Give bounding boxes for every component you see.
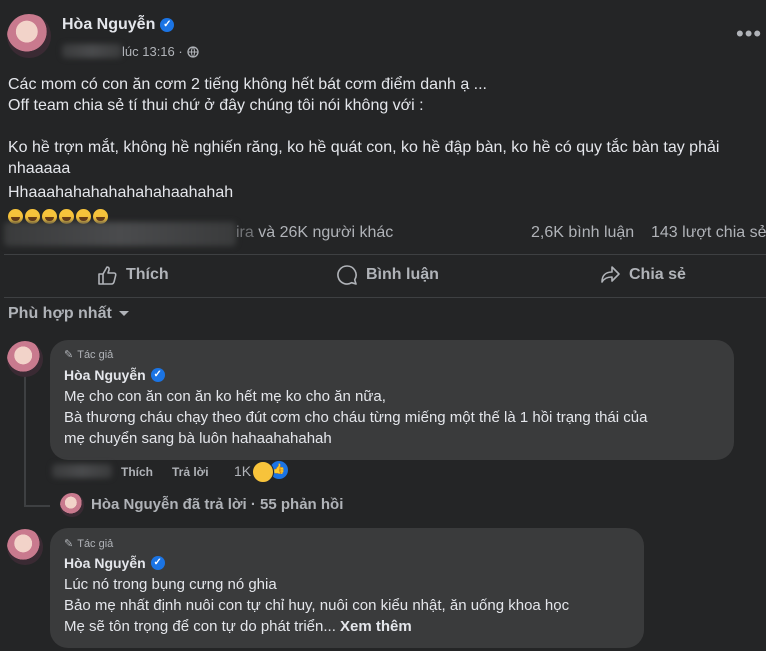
author-badge-label: Tác giả xyxy=(77,537,114,550)
comment-line-3: mẹ chuyển sang bà luôn hahaahahahah xyxy=(64,430,332,447)
share-arrow-icon xyxy=(601,266,620,283)
post-line-4: nhaaaaa xyxy=(8,160,71,177)
comment-button[interactable]: Bình luận xyxy=(336,264,439,286)
comment-line-3-text: Mẹ sẽ tôn trọng để con tự do phát triển.… xyxy=(64,618,336,635)
reaction-others-label[interactable]: và 26K người khác xyxy=(258,224,393,241)
post-author-label[interactable]: Hòa Nguyễn xyxy=(62,16,155,34)
blurred-comment-time xyxy=(52,464,112,478)
share-count[interactable]: 143 lượt chia sẻ xyxy=(651,224,766,242)
divider-top xyxy=(4,254,766,255)
post-line-2: Off team chia sẻ tí thui chứ ở đây chúng… xyxy=(8,97,424,114)
reaction-partial-name[interactable]: ira xyxy=(236,224,254,241)
laughing-reaction-icon xyxy=(252,461,274,483)
comment-like-link[interactable]: Thích xyxy=(121,465,153,479)
comment-reaction-icons[interactable]: 👍 xyxy=(252,461,288,483)
comment-line-2: Bà thương cháu chạy theo đút cơm cho chá… xyxy=(64,409,648,426)
comment-line-3: Mẹ sẽ tôn trọng để con tự do phát triển.… xyxy=(64,616,639,637)
comment-author-avatar[interactable] xyxy=(7,341,43,377)
comment-author-label[interactable]: Hòa Nguyễn xyxy=(64,555,146,571)
pencil-icon: ✎ xyxy=(64,538,74,550)
comment-text: Lúc nó trong bụng cưng nó ghia Bảo mẹ nh… xyxy=(64,574,639,637)
reaction-summary[interactable]: ira và 26K người khác xyxy=(236,224,393,242)
comment-button-label[interactable]: Bình luận xyxy=(366,266,439,284)
comment-author-name[interactable]: Hòa Nguyễn ✓ xyxy=(64,555,165,571)
post-author-name[interactable]: Hòa Nguyễn ✓ xyxy=(62,16,175,34)
post-timestamp-label[interactable]: lúc 13:16 · xyxy=(122,44,183,59)
comment-author-name[interactable]: Hòa Nguyễn ✓ xyxy=(64,367,165,383)
comment-reply-link[interactable]: Trả lời xyxy=(172,465,209,479)
post-line-3: Ko hề trợn mắt, không hề nghiến răng, ko… xyxy=(8,139,720,156)
post-timestamp[interactable]: lúc 13:16 · xyxy=(122,44,199,59)
blurred-date xyxy=(62,44,122,58)
comment-author-label[interactable]: Hòa Nguyễn xyxy=(64,367,146,383)
like-button[interactable]: Thích xyxy=(96,264,169,286)
thumbs-up-icon xyxy=(98,266,117,285)
comment-sort-dropdown[interactable]: Phù hợp nhất xyxy=(8,305,130,323)
divider-bottom xyxy=(4,297,766,298)
verified-badge-icon: ✓ xyxy=(160,18,175,32)
author-badge: ✎ Tác giả xyxy=(64,537,114,551)
author-badge: ✎ Tác giả xyxy=(64,348,114,362)
comment-line-1: Lúc nó trong bụng cưng nó ghia xyxy=(64,576,277,593)
share-button-label[interactable]: Chia sẻ xyxy=(629,266,686,284)
speech-bubble-icon xyxy=(337,265,357,285)
like-button-label[interactable]: Thích xyxy=(126,266,169,284)
comment-line-1: Mẹ cho con ăn con ăn ko hết mẹ ko cho ăn… xyxy=(64,388,386,405)
post-author-avatar[interactable] xyxy=(7,14,51,58)
thread-connector xyxy=(24,376,26,506)
reply-avatar[interactable] xyxy=(60,493,84,517)
verified-badge-icon: ✓ xyxy=(150,368,165,382)
post-line-5: Hhaaahahahahahahahaahahah xyxy=(8,184,234,201)
thread-connector-branch xyxy=(24,505,50,507)
blurred-reactions xyxy=(4,222,236,246)
comment-count[interactable]: 2,6K bình luận xyxy=(531,224,634,242)
view-replies-link[interactable]: Hòa Nguyễn đã trả lời · 55 phản hồi xyxy=(91,496,343,513)
comment-reaction-count[interactable]: 1K xyxy=(234,463,251,479)
verified-badge-icon: ✓ xyxy=(150,556,165,570)
post-line-1: Các mom có con ăn cơm 2 tiếng không hết … xyxy=(8,76,487,93)
sort-label[interactable]: Phù hợp nhất xyxy=(8,305,112,323)
caret-down-icon xyxy=(118,311,129,316)
see-more-link[interactable]: Xem thêm xyxy=(340,618,412,635)
author-badge-label: Tác giả xyxy=(77,348,114,361)
more-options-button[interactable]: ••• xyxy=(736,21,762,46)
comment-author-avatar[interactable] xyxy=(7,529,43,565)
share-button[interactable]: Chia sẻ xyxy=(599,264,686,286)
pencil-icon: ✎ xyxy=(64,349,74,361)
globe-icon xyxy=(187,45,199,58)
more-horizontal-icon[interactable]: ••• xyxy=(736,21,762,46)
comment-line-2: Bảo mẹ nhất định nuôi con tự chỉ huy, nu… xyxy=(64,597,570,614)
comment-text: Mẹ cho con ăn con ăn ko hết mẹ ko cho ăn… xyxy=(64,386,728,449)
post-body: Các mom có con ăn cơm 2 tiếng không hết … xyxy=(8,74,758,227)
